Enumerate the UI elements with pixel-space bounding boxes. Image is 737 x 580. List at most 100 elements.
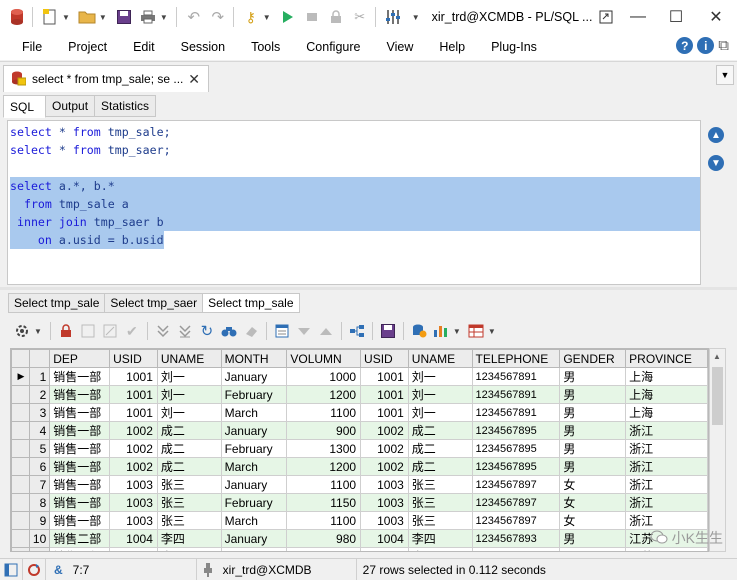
menu-plugins[interactable]: Plug-Ins xyxy=(478,40,550,54)
cell-volumn[interactable]: 990 xyxy=(286,547,362,551)
cell-uname[interactable]: 成二 xyxy=(407,457,473,476)
chart-icon[interactable] xyxy=(430,320,452,342)
cell-dep[interactable]: 销售一部 xyxy=(49,511,111,530)
cell-province[interactable]: 浙江 xyxy=(625,475,708,494)
tab-statistics[interactable]: Statistics xyxy=(94,95,157,117)
maximize-button[interactable]: ☐ xyxy=(656,0,696,34)
redo-icon[interactable]: ↷ xyxy=(207,6,229,28)
post-changes-icon[interactable]: ✔ xyxy=(121,320,143,342)
cell-telephone[interactable]: 1234567891 xyxy=(471,367,561,386)
cell-uname[interactable]: 成二 xyxy=(156,457,222,476)
cell-gender[interactable]: 女 xyxy=(559,511,627,530)
cell-uname[interactable]: 张三 xyxy=(407,475,473,494)
cell-usid[interactable]: 1001 xyxy=(109,385,158,404)
cell-usid[interactable]: 1004 xyxy=(360,547,409,551)
info-icon[interactable]: i xyxy=(697,37,715,54)
cell-usid[interactable]: 1001 xyxy=(109,367,158,386)
cell-telephone[interactable]: 1234567895 xyxy=(471,439,561,458)
cell-province[interactable]: 上海 xyxy=(625,403,708,422)
column-header-province[interactable]: PROVINCE xyxy=(625,349,708,368)
cell-dep[interactable]: 销售一部 xyxy=(49,475,111,494)
menu-tools[interactable]: Tools xyxy=(238,40,293,54)
cell-usid[interactable]: 1002 xyxy=(360,421,409,440)
cell-uname[interactable]: 李四 xyxy=(156,547,222,551)
row-indicator[interactable] xyxy=(11,403,30,422)
key-dropdown-icon[interactable]: ▼ xyxy=(263,13,271,22)
table-row[interactable]: 11销售二部1004李四February9901004李四1234567893男… xyxy=(11,547,708,551)
grid-settings-icon[interactable] xyxy=(11,320,33,342)
cell-volumn[interactable]: 1200 xyxy=(286,457,362,476)
close-button[interactable]: ✕ xyxy=(696,0,736,34)
cell-dep[interactable]: 销售一部 xyxy=(49,421,111,440)
delete-record-icon[interactable] xyxy=(99,320,121,342)
cell-volumn[interactable]: 1200 xyxy=(286,385,362,404)
cell-dep[interactable]: 销售二部 xyxy=(49,547,111,551)
column-header-telephone[interactable]: TELEPHONE xyxy=(471,349,561,368)
cell-month[interactable]: February xyxy=(220,385,288,404)
cell-month[interactable]: March xyxy=(220,457,288,476)
menu-configure[interactable]: Configure xyxy=(293,40,373,54)
row-indicator[interactable] xyxy=(11,457,30,476)
cell-month[interactable]: March xyxy=(220,403,288,422)
cell-month[interactable]: February xyxy=(220,439,288,458)
cell-telephone[interactable]: 1234567897 xyxy=(471,493,561,512)
row-indicator[interactable] xyxy=(11,493,30,512)
cell-province[interactable]: 浙江 xyxy=(625,493,708,512)
clear-icon[interactable] xyxy=(240,320,262,342)
table-row[interactable]: 5 销售一部 1002 成二 February 1300 1002 成二 1234567895 男… xyxy=(11,439,708,458)
cell-gender[interactable]: 女 xyxy=(559,493,627,512)
open-folder-icon[interactable] xyxy=(76,6,98,28)
cell-uname[interactable]: 刘一 xyxy=(407,385,473,404)
cell-usid[interactable]: 1001 xyxy=(360,367,409,386)
last-page-icon[interactable] xyxy=(174,320,196,342)
grid-settings-dropdown-icon[interactable]: ▼ xyxy=(34,327,42,336)
cell-month[interactable]: January xyxy=(220,367,288,386)
single-record-view-icon[interactable] xyxy=(271,320,293,342)
open-dropdown-icon[interactable]: ▼ xyxy=(99,13,107,22)
cell-dep[interactable]: 销售一部 xyxy=(49,403,111,422)
table-export-dropdown-icon[interactable]: ▼ xyxy=(488,327,496,336)
cell-volumn[interactable]: 1150 xyxy=(286,493,362,512)
print-dropdown-icon[interactable]: ▼ xyxy=(160,13,168,22)
window-menu-dropdown-icon[interactable]: ▼ xyxy=(412,13,420,22)
cell-volumn[interactable]: 1100 xyxy=(286,475,362,494)
cell-province[interactable]: 江苏 xyxy=(625,547,708,551)
cell-usid[interactable]: 1002 xyxy=(109,421,158,440)
query-by-example-down-icon[interactable] xyxy=(293,320,315,342)
table-row[interactable]: 7 销售一部 1003 张三 January 1100 1003 张三 1234567897 女浙… xyxy=(11,475,708,494)
cell-usid[interactable]: 1003 xyxy=(109,475,158,494)
cell-usid[interactable]: 1003 xyxy=(109,511,158,530)
cell-usid[interactable]: 1003 xyxy=(360,511,409,530)
cell-usid[interactable]: 1001 xyxy=(360,385,409,404)
row-indicator[interactable] xyxy=(11,475,30,494)
splitter[interactable] xyxy=(0,287,737,290)
cell-gender[interactable]: 男 xyxy=(559,439,627,458)
cell-gender[interactable]: 男 xyxy=(559,547,627,551)
sql-window-tab[interactable]: select * from tmp_sale; se ... ✕ xyxy=(3,65,209,92)
cell-uname[interactable]: 刘一 xyxy=(156,367,222,386)
cell-uname[interactable]: 刘一 xyxy=(407,403,473,422)
cell-uname[interactable]: 张三 xyxy=(156,493,222,512)
grid-vertical-scrollbar[interactable]: ▲ xyxy=(709,348,726,552)
cell-usid[interactable]: 1003 xyxy=(360,493,409,512)
minimize-button[interactable]: — xyxy=(618,0,658,34)
menu-project[interactable]: Project xyxy=(55,40,120,54)
result-tab-1[interactable]: Select tmp_sale xyxy=(8,293,106,313)
cell-gender[interactable]: 男 xyxy=(559,403,627,422)
menu-view[interactable]: View xyxy=(373,40,426,54)
tab-output[interactable]: Output xyxy=(45,95,96,117)
column-header-month[interactable]: MONTH xyxy=(220,349,288,368)
help-icon[interactable]: ? xyxy=(676,37,694,54)
refresh-status-icon[interactable] xyxy=(23,558,46,580)
cell-uname[interactable]: 成二 xyxy=(407,421,473,440)
cell-volumn[interactable]: 980 xyxy=(286,529,362,548)
table-row[interactable]: 9 销售一部 1003 张三 March 1100 1003 张三 1234567897 女浙江 xyxy=(11,511,708,530)
lock-icon[interactable] xyxy=(55,320,77,342)
cell-telephone[interactable]: 1234567897 xyxy=(471,511,561,530)
chevron-down-icon[interactable]: ▼ xyxy=(716,65,734,85)
cell-telephone[interactable]: 1234567897 xyxy=(471,475,561,494)
table-row[interactable]: 8 销售一部 1003 张三 February 1150 1003 张三 1234567897 女… xyxy=(11,493,708,512)
row-indicator[interactable] xyxy=(11,421,30,440)
cell-uname[interactable]: 刘一 xyxy=(407,367,473,386)
row-indicator[interactable] xyxy=(11,385,30,404)
